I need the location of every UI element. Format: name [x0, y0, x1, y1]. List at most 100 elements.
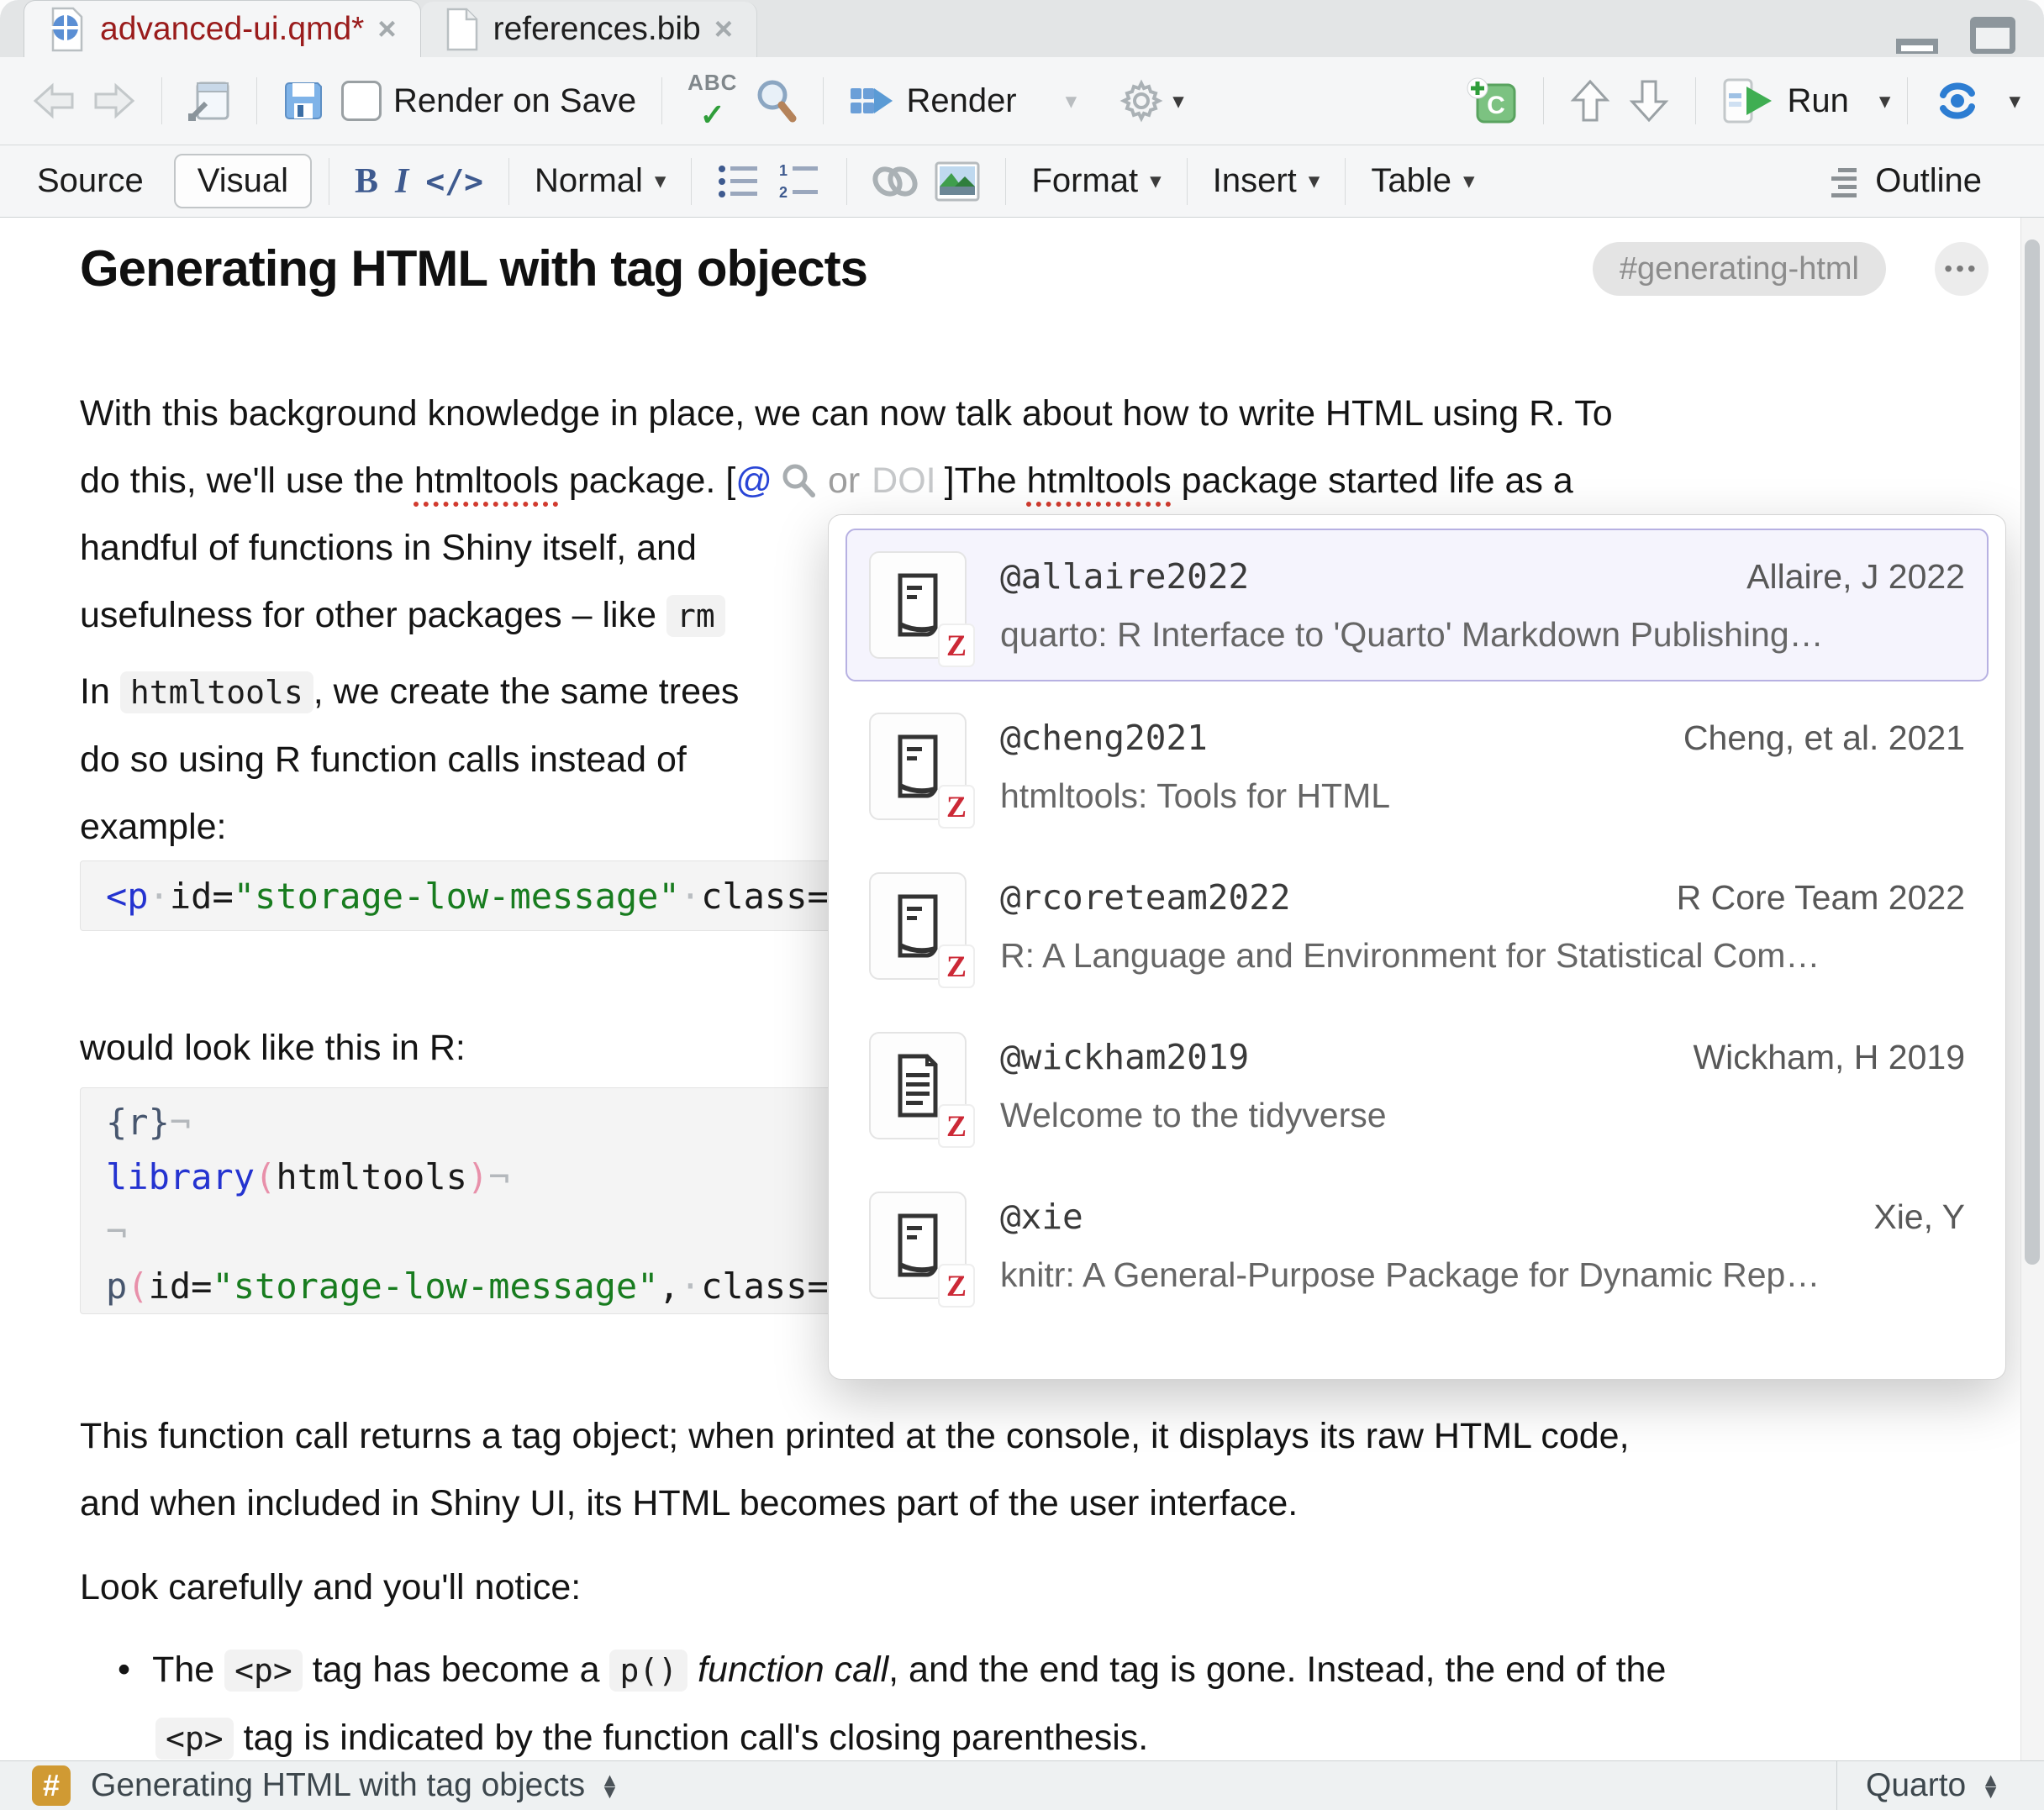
- render-button[interactable]: Render: [840, 76, 1025, 125]
- code-token: <p: [106, 876, 149, 917]
- outline-toggle-button[interactable]: Outline: [1821, 157, 1990, 205]
- bullet-list-button[interactable]: [709, 157, 769, 206]
- table-menu[interactable]: Table ▾: [1362, 157, 1483, 205]
- bold-button[interactable]: B: [346, 156, 387, 207]
- text-run: and when included in Shiny UI, its HTML …: [80, 1483, 1298, 1523]
- back-button[interactable]: [24, 76, 84, 126]
- editor-surface[interactable]: Generating HTML with tag objects #genera…: [0, 218, 2044, 1761]
- render-on-save-toggle[interactable]: Render on Save: [333, 76, 645, 126]
- zotero-badge: Z: [938, 1264, 975, 1308]
- go-next-section-button[interactable]: [1620, 73, 1678, 129]
- numbered-list-button[interactable]: 12: [769, 157, 830, 206]
- spellcheck-button[interactable]: ABC ✓: [679, 66, 745, 135]
- code-token: (: [127, 1265, 148, 1307]
- citation-item-cheng2021[interactable]: Z @cheng2021Cheng, et al. 2021 htmltools…: [846, 690, 1989, 843]
- forward-button[interactable]: [84, 76, 145, 126]
- citation-title: Welcome to the tidyverse: [1000, 1096, 1965, 1135]
- format-menu[interactable]: Format ▾: [1023, 157, 1169, 205]
- inline-code: htmltools: [120, 671, 313, 713]
- code-token: =: [808, 876, 829, 917]
- citation-item-xie[interactable]: Z @xieXie, Y knitr: A General-Purpose Pa…: [846, 1169, 1989, 1322]
- citation-doi-option[interactable]: DOI: [872, 460, 935, 501]
- image-icon[interactable]: [926, 156, 988, 207]
- tab-advanced-ui-qmd[interactable]: advanced-ui.qmd* ×: [24, 0, 421, 58]
- citation-item-wickham2019[interactable]: Z @wickham2019Wickham, H 2019 Welcome to…: [846, 1009, 1989, 1162]
- insert-caret-icon: ▾: [1309, 170, 1320, 192]
- insert-code-chunk-button[interactable]: C: [1457, 71, 1526, 130]
- citation-text: @cheng2021Cheng, et al. 2021 htmltools: …: [1000, 718, 1965, 816]
- zotero-badge: Z: [938, 944, 975, 988]
- insert-menu[interactable]: Insert ▾: [1204, 157, 1329, 205]
- outline-label: Outline: [1875, 162, 1982, 200]
- section-updown-icon[interactable]: ▲ ▼: [600, 1774, 619, 1798]
- minimize-button[interactable]: [1893, 22, 1941, 57]
- scrollbar-thumb[interactable]: [2025, 239, 2040, 1265]
- text-line: In htmltools, we create the same trees: [80, 658, 739, 726]
- paragraph-style-dropdown[interactable]: Normal ▾: [526, 157, 674, 205]
- close-icon[interactable]: ×: [714, 13, 733, 45]
- format-selector[interactable]: Quarto ▲ ▼: [1836, 1761, 2029, 1810]
- text-run: tag has become a: [303, 1650, 610, 1690]
- text-run: The: [955, 460, 1027, 501]
- render-options-caret-icon[interactable]: ▾: [1066, 90, 1077, 113]
- code-token: htmltools: [276, 1156, 467, 1197]
- toolbar-separator: [1005, 158, 1006, 205]
- vertical-scrollbar[interactable]: [2020, 218, 2044, 1760]
- toolbar-separator: [1187, 158, 1188, 205]
- maximize-button[interactable]: [1967, 13, 2019, 57]
- source-mode-button[interactable]: Source: [29, 157, 152, 205]
- quarto-file-icon: [48, 7, 87, 52]
- text-run: usefulness for other packages – like: [80, 595, 666, 635]
- citation-item-allaire2022[interactable]: Z @allaire2022Allaire, J 2022 quarto: R …: [846, 529, 1989, 681]
- table-caret-icon: ▾: [1463, 170, 1475, 192]
- citation-at-symbol: @: [735, 460, 772, 501]
- citation-title: htmltools: Tools for HTML: [1000, 776, 1965, 816]
- tab-references-bib[interactable]: references.bib ×: [421, 2, 757, 57]
- heading-anchor-badge[interactable]: #generating-html: [1593, 242, 1886, 296]
- text-line: Look carefully and you'll notice:: [80, 1554, 581, 1621]
- citation-text: @rcoreteam2022R Core Team 2022 R: A Lang…: [1000, 877, 1965, 976]
- visual-mode-button[interactable]: Visual: [174, 154, 312, 208]
- zotero-badge: Z: [938, 1104, 975, 1148]
- settings-caret-icon[interactable]: ▾: [1172, 90, 1184, 113]
- citation-item-rcoreteam2022[interactable]: Z @rcoreteam2022R Core Team 2022 R: A La…: [846, 850, 1989, 1002]
- italic-text: function call: [698, 1650, 888, 1690]
- toolbar-separator: [1543, 77, 1544, 124]
- render-on-save-checkbox[interactable]: [341, 81, 382, 121]
- book-icon: Z: [869, 713, 967, 820]
- sync-options-caret-icon[interactable]: ▾: [2009, 90, 2020, 113]
- text-run: With this background knowledge in place,…: [80, 393, 1613, 434]
- close-icon[interactable]: ×: [377, 13, 396, 45]
- toolbar-separator: [1695, 77, 1696, 124]
- text-line: This function call returns a tag object;…: [80, 1402, 1630, 1470]
- run-options-caret-icon[interactable]: ▾: [1879, 90, 1891, 113]
- code-format-button[interactable]: </>: [417, 158, 492, 205]
- book-icon: Z: [869, 872, 967, 980]
- spellcheck-check-icon: ✓: [700, 100, 725, 130]
- source-sync-icon[interactable]: [1925, 75, 1990, 127]
- citation-search-icon[interactable]: [781, 463, 816, 498]
- code-token: =: [191, 1265, 212, 1307]
- visual-mode-label: Visual: [198, 162, 288, 200]
- settings-gear-icon[interactable]: [1110, 73, 1172, 129]
- citation-title: quarto: R Interface to 'Quarto' Markdown…: [1000, 615, 1965, 655]
- space-dot: ·: [680, 1265, 701, 1307]
- save-button[interactable]: [274, 75, 333, 127]
- toolbar-separator: [691, 158, 692, 205]
- more-options-button[interactable]: •••: [1935, 242, 1989, 296]
- paragraph-3: This function call returns a tag object;…: [80, 1402, 1630, 1537]
- code-token: "storage-low-message": [234, 876, 680, 917]
- run-button[interactable]: Run: [1713, 73, 1857, 129]
- code-token: =: [808, 1265, 829, 1307]
- code-token: id: [170, 876, 213, 917]
- rstudio-editor-window: advanced-ui.qmd* × references.bib ×: [0, 0, 2044, 1810]
- italic-button[interactable]: I: [387, 156, 417, 207]
- citation-author: Cheng, et al. 2021: [1683, 718, 1965, 758]
- section-navigator[interactable]: Generating HTML with tag objects: [91, 1767, 585, 1804]
- format-menu-label: Format: [1031, 162, 1138, 200]
- search-icon[interactable]: [745, 73, 806, 129]
- citation-id: @xie: [1000, 1197, 1083, 1237]
- go-previous-section-button[interactable]: [1561, 73, 1620, 129]
- link-icon[interactable]: [864, 157, 926, 206]
- popout-window-button[interactable]: [179, 75, 240, 127]
